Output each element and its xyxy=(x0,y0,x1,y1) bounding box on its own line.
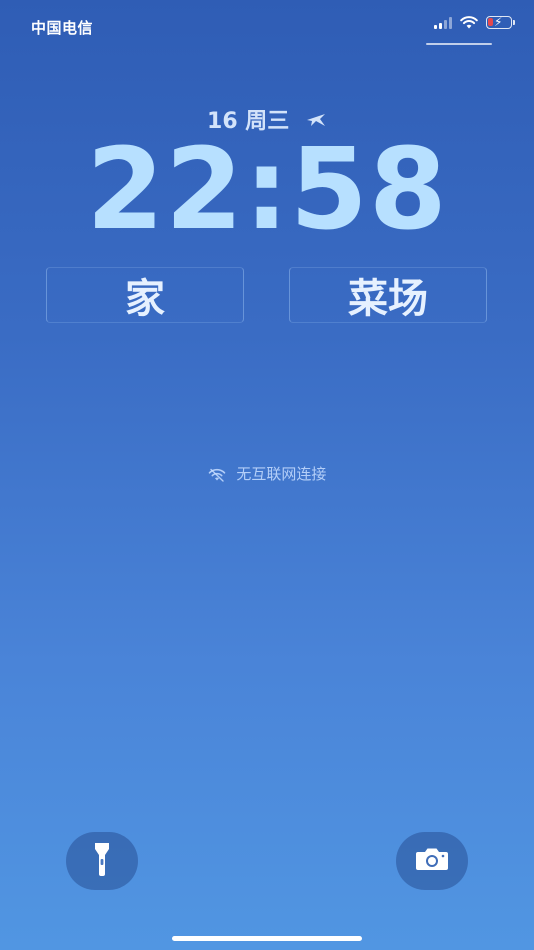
widget-home[interactable]: 家 xyxy=(46,267,244,323)
flashlight-icon xyxy=(93,841,111,881)
status-bar: 中国电信 ⚡ xyxy=(0,0,534,56)
control-center-indicator[interactable] xyxy=(426,43,492,45)
battery-level-fill xyxy=(488,18,493,26)
battery-charging-icon: ⚡ xyxy=(486,15,515,29)
network-status: 无互联网连接 xyxy=(0,463,534,486)
camera-button[interactable] xyxy=(396,832,468,890)
carrier-name: 中国电信 xyxy=(31,19,94,37)
widget-market-label: 菜场 xyxy=(348,276,428,322)
charging-bolt-icon: ⚡ xyxy=(494,15,503,29)
flashlight-button[interactable] xyxy=(66,832,138,890)
wifi-icon xyxy=(460,16,478,29)
status-icons: ⚡ xyxy=(434,15,515,29)
lock-screen-clock: 22:58 xyxy=(86,125,448,255)
widget-market[interactable]: 菜场 xyxy=(289,267,487,323)
wifi-off-icon xyxy=(208,468,226,486)
cellular-signal-icon xyxy=(434,16,452,29)
camera-icon xyxy=(415,847,449,875)
widget-home-label: 家 xyxy=(125,276,165,322)
home-indicator[interactable] xyxy=(172,936,362,941)
network-status-text: 无互联网连接 xyxy=(236,465,327,483)
lock-screen-widgets: 家 菜场 xyxy=(46,267,488,323)
